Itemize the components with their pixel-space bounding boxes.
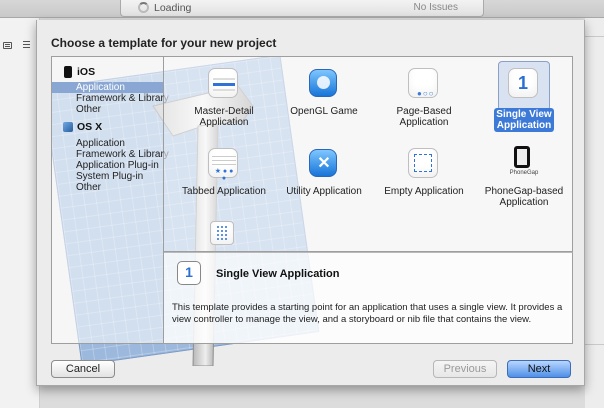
page-based-icon: ●○○	[406, 66, 442, 102]
category-ios-header: iOS	[52, 64, 163, 80]
activity-status: Loading	[154, 2, 192, 14]
category-osx-header: OS X	[52, 119, 163, 135]
single-view-icon: 1	[177, 261, 201, 285]
list-icon[interactable]	[23, 41, 30, 50]
template-category-list[interactable]: iOS Application Framework & Library Othe…	[51, 56, 169, 344]
category-osx-application[interactable]: Application	[52, 138, 163, 149]
category-ios-application[interactable]: Application	[52, 82, 163, 93]
template-single-view[interactable]: 1 Single View Application	[474, 61, 574, 141]
utility-icon: ✕	[306, 146, 342, 182]
category-osx-framework-library[interactable]: Framework & Library	[52, 149, 169, 160]
template-grid[interactable]: Master-Detail Application OpenGL Game ●○…	[164, 56, 573, 252]
category-osx-application-plugin[interactable]: Application Plug-in	[52, 160, 163, 171]
template-tabbed[interactable]: ★ ● ● ● Tabbed Application	[174, 141, 274, 221]
template-label: Empty Application	[384, 186, 464, 197]
template-description-pane: 1 Single View Application This template …	[164, 252, 573, 344]
template-title: Single View Application	[216, 268, 340, 280]
template-label: Page-Based Application	[396, 106, 452, 128]
template-label: Tabbed Application	[182, 186, 266, 197]
category-osx-other[interactable]: Other	[52, 182, 163, 193]
template-page-based[interactable]: ●○○ Page-Based Application	[374, 61, 474, 141]
template-label: Master-Detail Application	[194, 106, 254, 128]
right-strip	[585, 18, 604, 408]
tabbed-icon: ★ ● ● ●	[206, 146, 242, 182]
template-label: PhoneGap-based Application	[484, 186, 564, 208]
comment-icon[interactable]	[3, 42, 12, 49]
template-description: This template provides a starting point …	[172, 302, 563, 325]
template-label: OpenGL Game	[290, 106, 358, 117]
loading-spinner-icon	[138, 2, 149, 13]
next-button[interactable]: Next	[507, 360, 571, 378]
issues-status: No Issues	[413, 2, 458, 13]
previous-button[interactable]: Previous	[433, 360, 497, 378]
template-chooser-sheet: Choose a template for your new project i…	[36, 20, 585, 386]
finder-icon	[63, 122, 73, 132]
phonegap-icon: PhoneGap	[506, 146, 542, 182]
template-empty-application[interactable]: Empty Application	[374, 141, 474, 221]
master-detail-icon	[206, 66, 242, 102]
activity-viewer: Loading No Issues	[120, 0, 484, 17]
category-ios-framework-library[interactable]: Framework & Library	[52, 93, 169, 104]
toolbar: Loading No Issues	[0, 0, 604, 18]
single-view-icon: 1	[506, 66, 542, 102]
template-master-detail[interactable]: Master-Detail Application	[174, 61, 274, 141]
template-label: Utility Application	[286, 186, 362, 197]
iphone-icon	[64, 66, 72, 78]
template-label: Single View Application	[494, 108, 554, 132]
empty-app-icon	[406, 146, 442, 182]
cancel-button[interactable]: Cancel	[51, 360, 115, 378]
template-phonegap[interactable]: PhoneGap PhoneGap-based Application	[474, 141, 574, 221]
category-ios-other[interactable]: Other	[52, 104, 163, 115]
category-osx-system-plugin[interactable]: System Plug-in	[52, 171, 163, 182]
template-utility[interactable]: ✕ Utility Application	[274, 141, 374, 221]
template-opengl-game[interactable]: OpenGL Game	[274, 61, 374, 141]
sheet-title: Choose a template for your new project	[51, 36, 277, 50]
opengl-game-icon	[306, 66, 342, 102]
editor-gutter	[0, 18, 40, 408]
